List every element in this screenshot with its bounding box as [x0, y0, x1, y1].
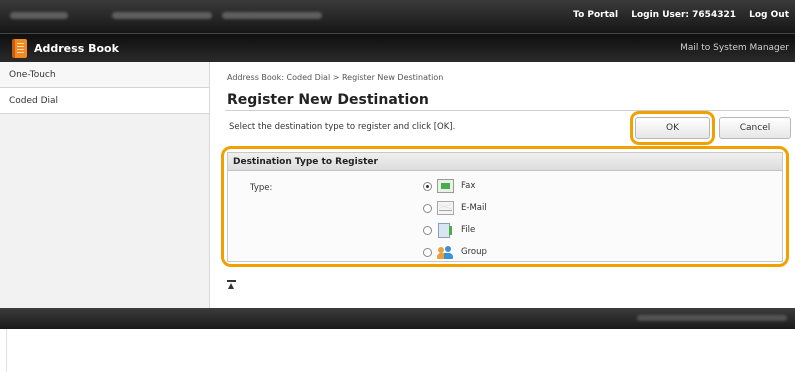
- blurred-device-info: [222, 12, 322, 19]
- sidebar: One-Touch Coded Dial: [0, 62, 210, 308]
- back-to-top-icon[interactable]: [227, 280, 236, 290]
- file-label: File: [461, 225, 476, 235]
- ok-button[interactable]: OK: [635, 117, 710, 139]
- email-radio[interactable]: [423, 203, 432, 213]
- page-bottom: [0, 329, 795, 372]
- login-user-label: Login User: 7654321: [631, 10, 736, 20]
- to-portal-link[interactable]: To Portal: [573, 10, 618, 20]
- sidebar-item-one-touch[interactable]: One-Touch: [0, 62, 209, 88]
- blurred-copyright: [637, 315, 787, 321]
- group-radio[interactable]: [423, 247, 432, 257]
- group-label: Group: [461, 247, 487, 257]
- cancel-button[interactable]: Cancel: [719, 117, 791, 139]
- app-title: Address Book: [34, 42, 119, 55]
- main-content: Address Book: Coded Dial > Register New …: [217, 62, 795, 308]
- group-icon: [437, 245, 454, 259]
- page-title: Register New Destination: [227, 92, 429, 108]
- option-email[interactable]: E-Mail: [423, 200, 487, 216]
- option-group[interactable]: Group: [423, 244, 487, 260]
- log-out-link[interactable]: Log Out: [749, 10, 789, 20]
- address-book-icon: [12, 39, 27, 58]
- option-fax[interactable]: Fax: [423, 178, 475, 194]
- header-bar: Address Book Mail to System Manager: [0, 33, 795, 62]
- file-icon: [437, 223, 454, 238]
- top-bar: To Portal Login User: 7654321 Log Out: [0, 0, 795, 33]
- blurred-device-info: [112, 12, 212, 19]
- sidebar-item-coded-dial[interactable]: Coded Dial: [0, 88, 209, 114]
- breadcrumb: Address Book: Coded Dial > Register New …: [227, 73, 444, 82]
- blurred-device-name: [10, 12, 68, 19]
- fax-label: Fax: [461, 181, 476, 191]
- instruction-text: Select the destination type to register …: [229, 122, 456, 132]
- mail-to-system-manager-link[interactable]: Mail to System Manager: [680, 43, 789, 53]
- email-icon: [437, 201, 454, 215]
- fax-radio[interactable]: [423, 181, 432, 191]
- section-title: Destination Type to Register: [228, 153, 782, 171]
- file-radio[interactable]: [423, 225, 432, 235]
- destination-type-section: Destination Type to Register Type: Fax E…: [227, 152, 783, 262]
- frame-divider: [6, 329, 7, 372]
- option-file[interactable]: File: [423, 222, 475, 238]
- type-label: Type:: [250, 183, 273, 193]
- email-label: E-Mail: [461, 203, 487, 213]
- footer-bar: [0, 308, 795, 329]
- fax-icon: [437, 179, 454, 193]
- top-bar-links: To Portal Login User: 7654321 Log Out: [563, 10, 789, 20]
